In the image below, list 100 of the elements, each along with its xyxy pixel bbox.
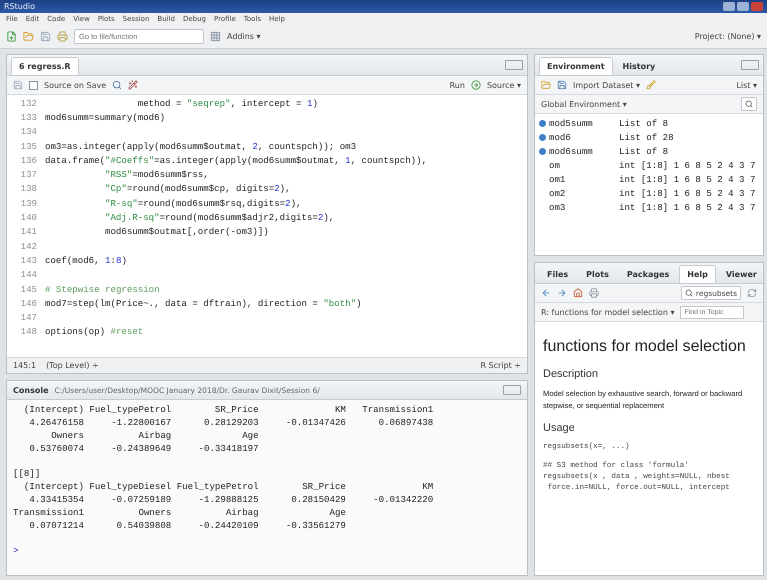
line-number: 134	[20, 126, 38, 138]
pane-tab[interactable]: Files	[539, 265, 576, 283]
line-number: 139	[20, 198, 38, 209]
code-line: mod6summ$outmat[,order(-om3)])	[104, 226, 269, 238]
search-icon	[745, 100, 753, 108]
console-title: Console	[13, 386, 48, 394]
forward-arrow-icon[interactable]	[557, 288, 567, 298]
pane-tab[interactable]: Help	[679, 265, 716, 283]
variable-value: int [1:8] 1 6 8 5 2 4 3 7	[619, 174, 756, 184]
pane-tab[interactable]: Packages	[618, 265, 678, 283]
variable-name: om2	[549, 188, 566, 198]
pane-tab[interactable]: Viewer	[718, 265, 763, 283]
variable-name: om1	[549, 174, 566, 184]
save-icon[interactable]	[557, 80, 567, 90]
variable-name: mod6summ	[549, 146, 594, 156]
variable-name: mod6	[549, 132, 572, 142]
line-number: 141	[20, 226, 38, 238]
addins-menu[interactable]: Addins ▾	[227, 32, 261, 40]
console-output: 4.26476158 -1.22800167 0.28129203 -0.01347426 0.06897438	[28, 416, 434, 429]
pane-tab[interactable]: Plots	[578, 265, 617, 283]
broom-icon[interactable]	[646, 80, 656, 90]
line-number: 132	[20, 98, 38, 109]
console-output: (Intercept) Fuel_typeDiesel Fuel_typePetrol SR_Price KM	[22, 480, 434, 493]
view-mode-menu[interactable]: List ▾	[736, 80, 757, 90]
refresh-icon[interactable]	[747, 288, 757, 298]
checkbox[interactable]	[29, 80, 38, 90]
variable-name: mod5summ	[549, 118, 594, 128]
line-number: 147	[20, 312, 38, 324]
variable-value: int [1:8] 1 6 8 5 2 4 3 7	[619, 188, 756, 198]
console-prompt[interactable]: >	[13, 544, 521, 557]
variable-name: om	[549, 160, 561, 170]
environment-selector[interactable]: Global Environment ▾	[541, 100, 627, 108]
console-output: Transmission1 Owners Airbag Age	[13, 506, 347, 519]
help-heading: Usage	[543, 422, 576, 434]
save-icon[interactable]	[13, 80, 23, 90]
source-button[interactable]: Source ▾	[486, 80, 521, 90]
code-line: om3=as.integer(apply(mod6summ$outmat, 2, countspch)); om3	[45, 140, 356, 152]
line-number: 144	[20, 269, 38, 280]
minimize-button[interactable]	[723, 2, 735, 11]
code-line: "Cp"=round(mod6summ$cp, digits=2),	[104, 183, 291, 194]
line-number: 145	[20, 284, 38, 294]
line-number: 143	[20, 254, 38, 266]
line-number: 148	[20, 326, 38, 338]
wand-icon[interactable]	[128, 80, 138, 90]
code-line: coef(mod6, 1:8)	[45, 254, 127, 266]
code-line: data.frame("#Coeffs"=as.integer(apply(mod6summ$outmat, 1, countspch)),	[45, 154, 428, 166]
console-output: Owners Airbag Age	[50, 429, 260, 442]
scope-selector[interactable]: (Top Level) ÷	[46, 361, 99, 370]
line-number: 146	[20, 298, 38, 309]
line-number: 140	[20, 212, 38, 224]
print-icon[interactable]	[589, 288, 599, 298]
pane-controls[interactable]	[505, 60, 523, 70]
pane-controls[interactable]	[741, 60, 759, 70]
topic-menu[interactable]: R: functions for model selection ▾	[541, 308, 674, 316]
search-icon[interactable]	[112, 80, 122, 90]
cursor-position: 145:1	[13, 361, 36, 370]
rerun-icon[interactable]	[470, 80, 481, 90]
console-output: [[8]]	[13, 467, 42, 480]
line-number: 135	[20, 140, 38, 152]
pane-tab[interactable]: Environment	[539, 57, 613, 75]
variable-value: List of 8	[619, 146, 668, 156]
pane-tab[interactable]: History	[614, 57, 664, 75]
new-file-icon[interactable]	[6, 30, 17, 42]
code-line: "RSS"=mod6summ$rss,	[104, 169, 209, 180]
grid-icon[interactable]	[210, 30, 221, 42]
import-dataset-menu[interactable]: Import Dataset ▾	[573, 80, 640, 90]
code-line: mod7=step(lm(Price~., data = dftrain), direction = "both")	[45, 298, 362, 309]
line-number: 136	[20, 154, 38, 166]
open-folder-icon[interactable]	[23, 30, 34, 42]
console-output: 4.33415354 -0.07259189 -1.29888125 0.28150429 -0.01342220	[28, 493, 434, 506]
code-line: "R-sq"=round(mod6summ$rsq,digits=2),	[104, 198, 302, 209]
variable-value: List of 28	[619, 132, 674, 142]
save-icon[interactable]	[40, 30, 51, 42]
open-folder-icon[interactable]	[541, 80, 551, 90]
maximize-button[interactable]	[737, 2, 749, 11]
line-number: 142	[20, 240, 38, 252]
search-icon	[684, 289, 693, 297]
print-icon[interactable]	[57, 30, 68, 42]
code-line: "Adj.R-sq"=round(mod6summ$adjr2,digits=2),	[104, 212, 334, 224]
file-type-selector[interactable]: R Script ÷	[480, 361, 521, 370]
variable-value: List of 8	[619, 118, 668, 128]
variable-name: om3	[549, 202, 566, 212]
source-on-save-label[interactable]: Source on Save	[44, 80, 106, 90]
back-arrow-icon[interactable]	[541, 288, 551, 298]
window-title: RStudio	[4, 2, 36, 11]
pane-controls[interactable]	[503, 385, 521, 395]
close-button[interactable]	[751, 2, 763, 11]
help-title: functions for model selection	[543, 338, 747, 356]
code-line: options(op) #reset	[45, 326, 144, 338]
line-number: 138	[20, 183, 38, 194]
project-menu[interactable]: Project: (None) ▾	[694, 32, 761, 40]
line-number: 133	[20, 112, 38, 123]
home-icon[interactable]	[573, 288, 583, 298]
search-field[interactable]	[741, 97, 757, 111]
run-button[interactable]: Run	[450, 80, 465, 90]
variable-value: int [1:8] 1 6 8 5 2 4 3 7	[619, 202, 756, 212]
pane-tab[interactable]: 6 regress.R	[11, 57, 79, 75]
help-heading: Description	[543, 368, 600, 380]
variable-value: int [1:8] 1 6 8 5 2 4 3 7	[619, 160, 756, 170]
line-number: 137	[20, 169, 38, 180]
